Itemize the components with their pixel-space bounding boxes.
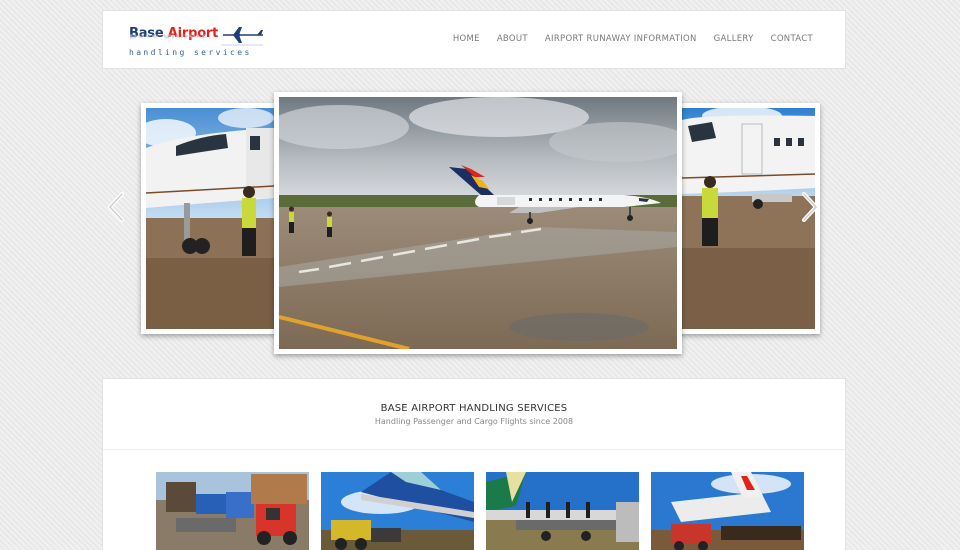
slide-image-jet-fuselage <box>682 108 815 329</box>
nav-about[interactable]: ABOUT <box>497 34 528 44</box>
logo-tagline: handling services <box>129 48 252 57</box>
nav-gallery[interactable]: GALLERY <box>714 34 754 44</box>
slide-image-regional-jet-runway <box>279 97 677 349</box>
logo-reflection: Base Airport <box>129 33 207 39</box>
slider-next-button[interactable] <box>800 192 820 222</box>
thumb-image-cargo <box>156 472 309 550</box>
site-header: Base Airport Base Airport handling servi… <box>102 10 846 69</box>
section-divider <box>103 449 845 450</box>
gallery-thumb-cargo-forklift[interactable] <box>156 472 309 550</box>
slider-prev-button[interactable] <box>106 192 126 222</box>
services-section: BASE AIRPORT HANDLING SERVICES Handling … <box>102 378 846 550</box>
section-title: BASE AIRPORT HANDLING SERVICES <box>380 403 568 414</box>
gallery-thumb-cargo-loading[interactable] <box>486 472 639 550</box>
nav-contact[interactable]: CONTACT <box>771 34 813 44</box>
gallery-thumb-tail-loader[interactable] <box>321 472 474 550</box>
thumb-image-loading <box>486 472 639 550</box>
site-logo[interactable]: Base Airport Base Airport handling servi… <box>127 25 267 59</box>
nav-airport-runaway-information[interactable]: AIRPORT RUNAWAY INFORMATION <box>545 34 697 44</box>
slide-right[interactable] <box>677 103 820 334</box>
chevron-left-icon <box>107 192 124 222</box>
thumb-image-tail <box>321 472 474 550</box>
slide-center[interactable] <box>274 92 682 354</box>
nav-home[interactable]: HOME <box>453 34 480 44</box>
plane-icon <box>221 27 263 46</box>
slide-left[interactable] <box>141 103 279 334</box>
section-subtitle: Handling Passenger and Cargo Flights sin… <box>374 417 574 426</box>
gallery-thumb-aircraft-tug[interactable] <box>651 472 804 550</box>
slide-image-jet-closeup <box>146 108 274 329</box>
chevron-right-icon <box>802 192 819 222</box>
thumb-image-tug <box>651 472 804 550</box>
main-nav: HOME ABOUT AIRPORT RUNAWAY INFORMATION G… <box>453 34 813 44</box>
